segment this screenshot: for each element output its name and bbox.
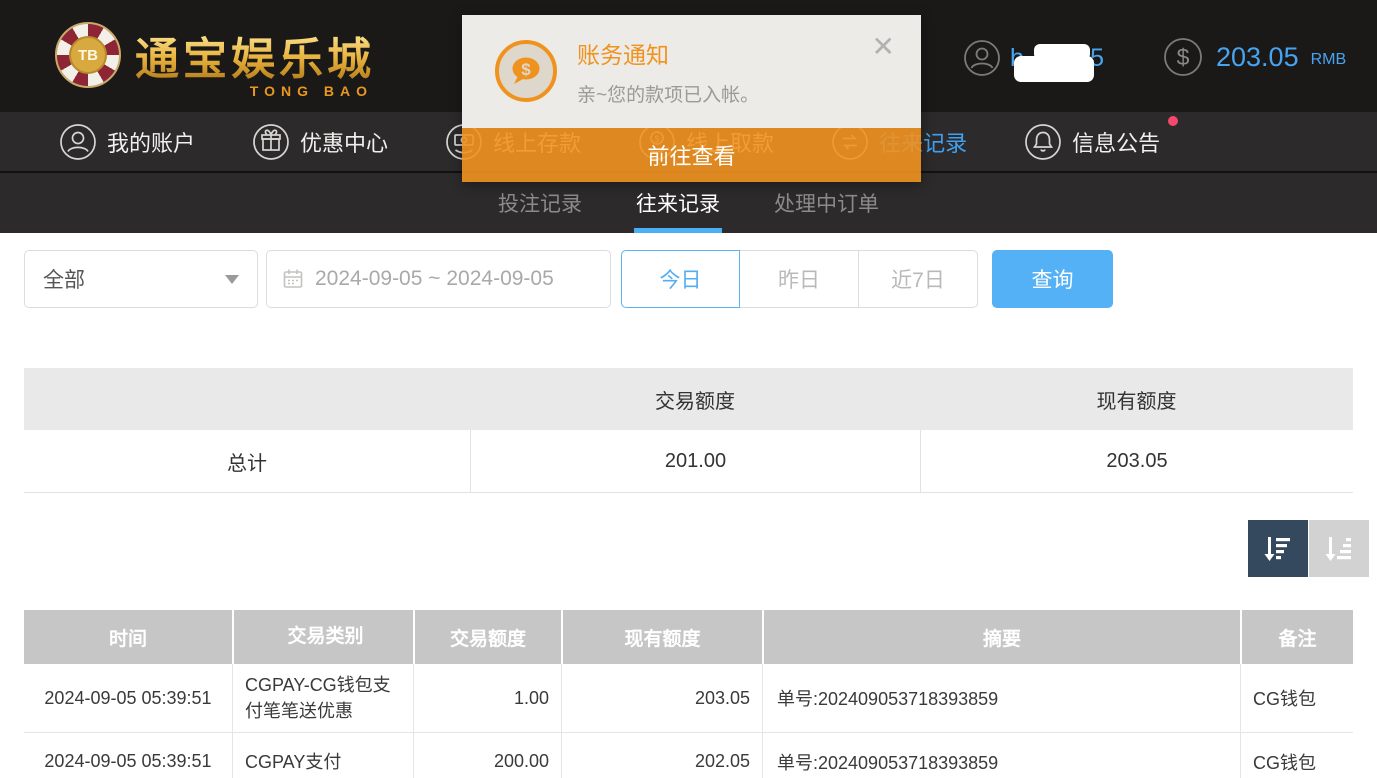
cell-balance: 202.05	[561, 733, 762, 778]
notification-dot	[1168, 116, 1178, 126]
summary-header-transaction-amount: 交易额度	[470, 368, 920, 430]
notification-message: 亲~您的款项已入帐。	[577, 80, 759, 107]
cell-note: CG钱包	[1240, 664, 1353, 732]
chevron-down-icon	[225, 275, 239, 284]
sort-descending-icon	[1261, 532, 1295, 566]
balance-amount: 203.05	[1216, 42, 1299, 73]
quick-date-group: 今日 昨日 近7日	[621, 250, 978, 308]
nav-item-my-account[interactable]: 我的账户	[58, 122, 195, 162]
sort-ascending-icon	[1322, 532, 1356, 566]
filter-row: 全部 2024-09-05 ~ 2024-09-05 今日 昨日 近7日 查询	[24, 250, 1113, 308]
account-icon	[58, 122, 98, 162]
cell-time: 2024-09-05 05:39:51	[24, 664, 232, 732]
nav-item-announcements[interactable]: 信息公告	[1023, 122, 1160, 162]
cell-note: CG钱包	[1240, 733, 1353, 778]
user-icon	[962, 38, 1002, 78]
sort-buttons	[1248, 520, 1369, 577]
tab-processing-orders[interactable]: 处理中订单	[772, 173, 881, 233]
quick-btn-last7days[interactable]: 近7日	[859, 250, 978, 308]
date-range-input[interactable]: 2024-09-05 ~ 2024-09-05	[266, 250, 611, 308]
money-chat-bubble-icon: $	[495, 40, 557, 102]
cell-amount: 1.00	[413, 664, 561, 732]
notification-title: 账务通知	[577, 36, 759, 70]
nav-label: 信息公告	[1072, 126, 1160, 158]
redaction-overlay	[1014, 56, 1094, 82]
cell-type: CGPAY支付	[232, 733, 413, 778]
gift-icon	[251, 122, 291, 162]
go-view-button[interactable]: 前往查看	[462, 128, 921, 182]
type-select[interactable]: 全部	[24, 250, 258, 308]
sort-ascending-button[interactable]	[1309, 520, 1369, 577]
svg-text:$: $	[521, 60, 531, 79]
summary-header-current-balance: 现有额度	[920, 368, 1353, 430]
logo-chip-text: TB	[69, 36, 107, 74]
logo-chip-icon: TB	[55, 22, 121, 88]
calendar-icon	[281, 267, 305, 291]
table-row: 2024-09-05 05:39:51 CGPAY支付 200.00 202.0…	[24, 733, 1353, 778]
summary-total-transaction-amount: 201.00	[470, 430, 920, 492]
notification-modal-header: $ 账务通知 亲~您的款项已入帐。 ✕	[462, 15, 921, 128]
records-table-header: 时间 交易类别 交易额度 现有额度 摘要 备注	[24, 610, 1353, 664]
summary-total-row: 总计 201.00 203.05	[24, 430, 1353, 493]
balance[interactable]: $ 203.05 RMB	[1162, 36, 1346, 78]
logo-subtitle: TONG BAO	[250, 83, 373, 99]
notification-modal: $ 账务通知 亲~您的款项已入帐。 ✕ 前往查看	[462, 15, 921, 182]
username-masked: b 5	[1010, 44, 1104, 73]
tab-transaction-records[interactable]: 往来记录	[634, 173, 722, 233]
header-note: 备注	[1240, 610, 1353, 664]
summary-table: 交易额度 现有额度 总计 201.00 203.05	[24, 368, 1353, 493]
dollar-circle-icon: $	[1162, 36, 1204, 78]
header-balance: 现有额度	[561, 610, 762, 664]
quick-btn-today[interactable]: 今日	[621, 250, 740, 308]
cell-amount: 200.00	[413, 733, 561, 778]
cell-type: CGPAY-CG钱包支付笔笔送优惠	[232, 664, 413, 732]
bell-icon	[1023, 122, 1063, 162]
cell-summary: 单号:202409053718393859	[762, 733, 1240, 778]
header-time: 时间	[24, 610, 232, 664]
header-type: 交易类别	[232, 610, 413, 664]
quick-btn-yesterday[interactable]: 昨日	[740, 250, 859, 308]
table-row: 2024-09-05 05:39:51 CGPAY-CG钱包支付笔笔送优惠 1.…	[24, 664, 1353, 733]
date-range-value: 2024-09-05 ~ 2024-09-05	[315, 267, 554, 291]
sort-descending-button[interactable]	[1248, 520, 1308, 577]
records-table: 时间 交易类别 交易额度 现有额度 摘要 备注 2024-09-05 05:39…	[24, 610, 1353, 778]
summary-header-blank	[24, 368, 470, 430]
notification-texts: 账务通知 亲~您的款项已入帐。	[577, 36, 759, 107]
nav-label: 优惠中心	[300, 126, 388, 158]
user-account[interactable]: b 5	[962, 38, 1104, 78]
balance-currency: RMB	[1311, 51, 1347, 69]
type-select-value: 全部	[43, 264, 85, 294]
screen: TB 通宝娱乐城 TONG BAO b 5	[0, 0, 1377, 778]
nav-item-promotions[interactable]: 优惠中心	[251, 122, 388, 162]
record-tabs: 投注记录 往来记录 处理中订单	[0, 173, 1377, 233]
cell-summary: 单号:202409053718393859	[762, 664, 1240, 732]
summary-table-header: 交易额度 现有额度	[24, 368, 1353, 430]
logo-title: 通宝娱乐城	[135, 23, 375, 87]
search-button[interactable]: 查询	[992, 250, 1113, 308]
cell-balance: 203.05	[561, 664, 762, 732]
header-summary: 摘要	[762, 610, 1240, 664]
summary-total-current-balance: 203.05	[920, 430, 1353, 492]
svg-text:$: $	[1177, 44, 1190, 70]
close-icon[interactable]: ✕	[872, 33, 895, 61]
header-amount: 交易额度	[413, 610, 561, 664]
site-logo[interactable]: TB 通宝娱乐城 TONG BAO	[55, 22, 375, 88]
cell-time: 2024-09-05 05:39:51	[24, 733, 232, 778]
nav-label: 我的账户	[107, 126, 195, 158]
summary-total-label: 总计	[24, 430, 470, 492]
logo-text: 通宝娱乐城 TONG BAO	[135, 23, 375, 87]
tab-betting-records[interactable]: 投注记录	[496, 173, 584, 233]
